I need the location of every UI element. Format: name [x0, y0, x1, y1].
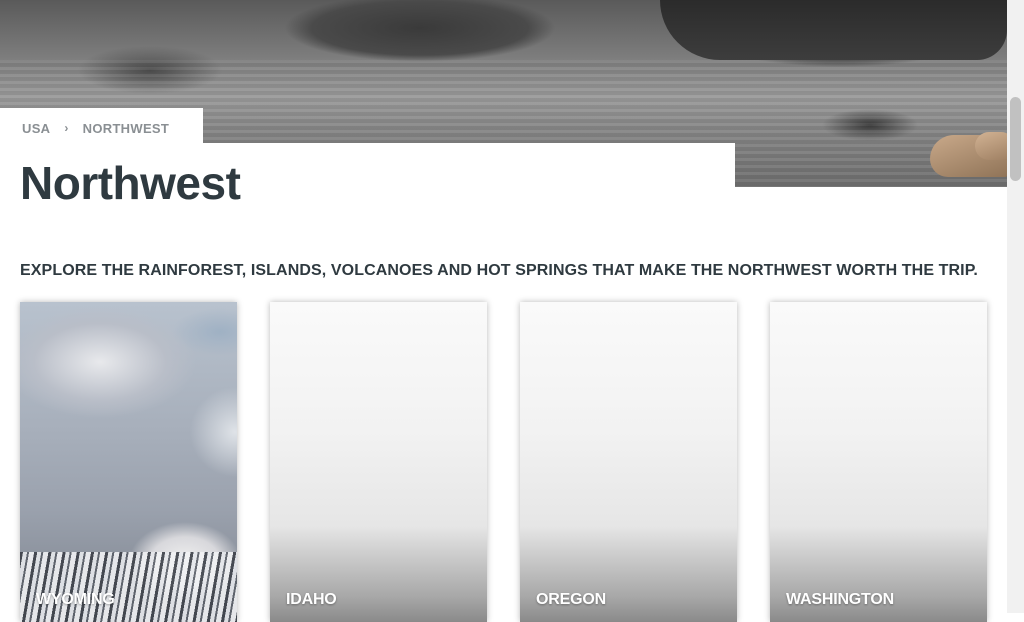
card-label: IDAHO [286, 591, 337, 608]
state-card-washington[interactable]: WASHINGTON [770, 302, 987, 622]
scrollbar-thumb[interactable] [1010, 97, 1021, 181]
card-label: WASHINGTON [786, 591, 894, 608]
breadcrumb-link-usa[interactable]: USA [22, 121, 50, 136]
card-label: OREGON [536, 591, 606, 608]
breadcrumb: USA › NORTHWEST [0, 108, 203, 148]
card-image-snow [20, 552, 237, 622]
state-card-wyoming[interactable]: WYOMING [20, 302, 237, 622]
state-card-idaho[interactable]: IDAHO [270, 302, 487, 622]
hero-rock [660, 0, 1007, 60]
state-card-oregon[interactable]: OREGON [520, 302, 737, 622]
hero-stone-small [975, 132, 1007, 160]
breadcrumb-current: NORTHWEST [82, 120, 170, 136]
chevron-right-icon: › [64, 121, 69, 135]
card-label: WYOMING [36, 591, 115, 608]
page-tagline: EXPLORE THE RAINFOREST, ISLANDS, VOLCANO… [20, 262, 978, 279]
page-title: Northwest [20, 157, 241, 209]
scrollbar-track[interactable] [1007, 0, 1024, 613]
